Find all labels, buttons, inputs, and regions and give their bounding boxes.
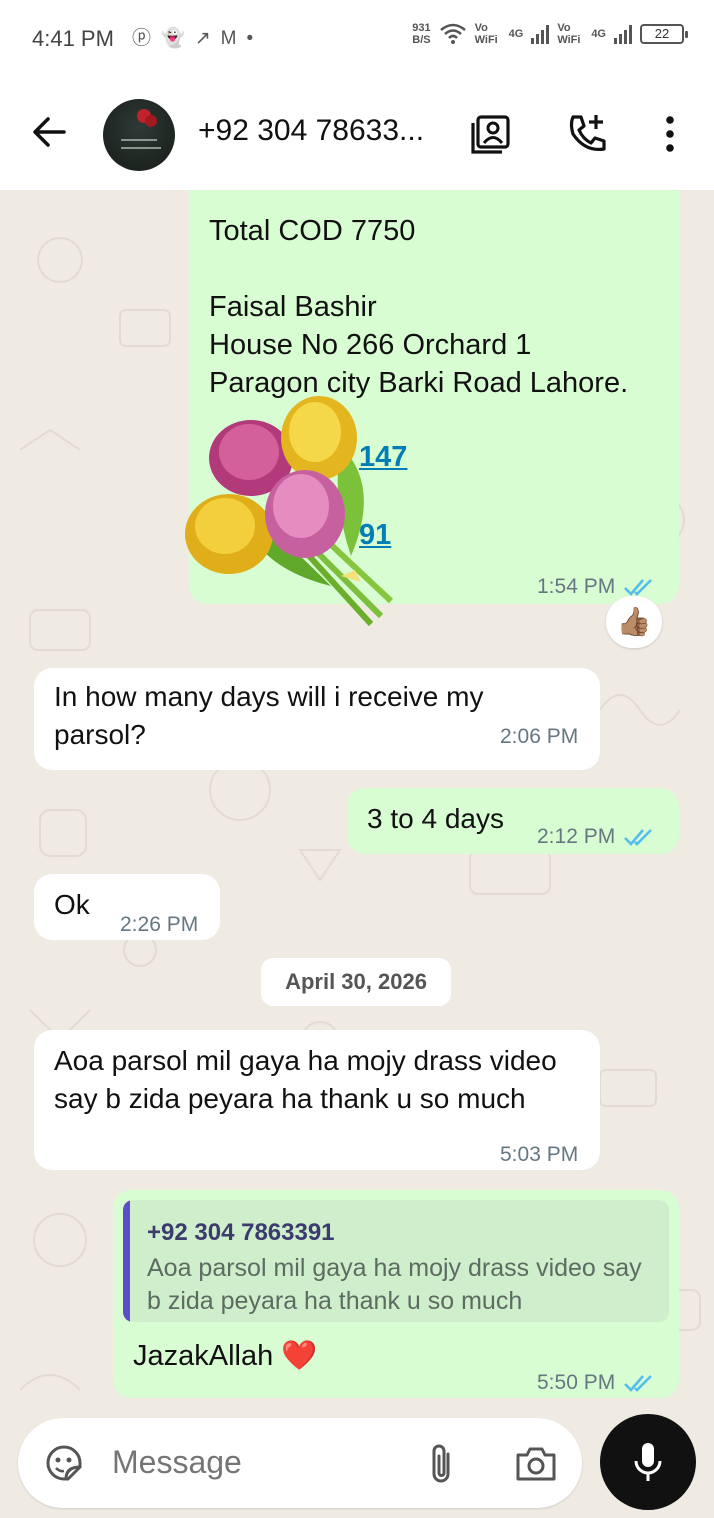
sim2-net: 4G (591, 28, 606, 40)
message-text: Ok (54, 889, 90, 920)
add-call-icon (569, 115, 606, 152)
battery-icon: 22 (640, 24, 688, 44)
more-vert-icon (666, 116, 674, 152)
message-text: Aoa parsol mil gaya ha mojy drass video … (54, 1045, 557, 1114)
sim1-volte: Vo WiFi (474, 22, 498, 46)
quote-bar (123, 1200, 130, 1322)
attach-icon[interactable] (426, 1442, 456, 1486)
sticker-icon[interactable] (42, 1441, 86, 1485)
message-line: House No 266 Orchard 1 (209, 329, 532, 361)
message-time: 1:54 PM (537, 575, 616, 598)
contact-card-button[interactable] (467, 110, 515, 158)
message-meta: 5:50 PM (537, 1364, 655, 1402)
read-ticks-icon (624, 579, 653, 596)
message-bubble-outgoing[interactable]: Total COD 7750 Faisal Bashir House No 26… (185, 190, 679, 626)
back-arrow-icon (33, 117, 66, 147)
wifi-icon (439, 23, 466, 44)
message-text: 3 to 4 days (367, 803, 504, 834)
net-speed: 931 B/S (412, 22, 431, 46)
message-bubble-outgoing[interactable]: +92 304 7863391 Aoa parsol mil gaya ha m… (113, 1190, 679, 1398)
message-text: In how many days will i receive my parso… (54, 681, 484, 750)
more-button[interactable] (646, 110, 694, 158)
signal-icon-2 (614, 24, 632, 44)
message-bubble-outgoing[interactable]: 3 to 4 days 2:12 PM (347, 788, 679, 854)
chat-header: +92 304 78633... (0, 80, 714, 190)
read-ticks-icon (624, 829, 653, 846)
camera-icon[interactable] (514, 1444, 558, 1484)
add-call-button[interactable] (563, 110, 611, 158)
gmail-icon: M (220, 28, 237, 49)
date-divider: April 30, 2026 (261, 958, 451, 1006)
snapchat-icon: 👻 (161, 28, 185, 49)
quote-author: +92 304 7863391 (147, 1219, 335, 1246)
message-composer (18, 1418, 582, 1508)
message-bubble-incoming[interactable]: In how many days will i receive my parso… (34, 668, 600, 770)
pinterest-icon: ⓟ (132, 28, 152, 49)
quoted-message[interactable]: +92 304 7863391 Aoa parsol mil gaya ha m… (123, 1200, 669, 1322)
message-time: 5:03 PM (500, 1143, 579, 1166)
message-bubble-incoming[interactable]: Aoa parsol mil gaya ha mojy drass video … (34, 1030, 600, 1170)
flower-bouquet-sticker (185, 396, 394, 626)
contact-name[interactable]: +92 304 78633... (198, 114, 424, 148)
signal-icon-1 (531, 24, 550, 44)
message-line: Total COD 7750 (209, 215, 416, 247)
dot-icon: • (246, 28, 254, 49)
message-meta: 2:12 PM (537, 818, 655, 856)
message-time: 2:26 PM (120, 913, 199, 936)
sim1-net: 4G (508, 28, 524, 40)
message-input[interactable] (112, 1444, 392, 1481)
sim2-volte: Vo WiFi (557, 22, 581, 46)
read-ticks-icon (624, 1375, 653, 1392)
message-line (209, 250, 628, 288)
message-time: 2:06 PM (500, 725, 579, 748)
message-text: JazakAllah ❤️ (133, 1340, 318, 1372)
mic-icon (634, 1443, 662, 1481)
reaction-thumbs-up[interactable]: 👍🏽 (606, 596, 662, 648)
status-time: 4:41 PM (32, 26, 114, 51)
message-bubble-incoming[interactable]: Ok 2:26 PM (34, 874, 220, 940)
avatar[interactable] (103, 99, 175, 171)
status-right: 931 B/S Vo WiFi 4G Vo WiFi 4G 22 (412, 22, 688, 46)
voice-message-button[interactable] (600, 1414, 696, 1510)
message-line: Faisal Bashir (209, 291, 377, 323)
contact-card-icon (471, 115, 510, 154)
status-bar: 4:41 PM ⓟ 👻 ↗ M • 931 B/S Vo WiFi 4G Vo … (0, 0, 714, 80)
message-time: 5:50 PM (537, 1371, 616, 1394)
chat-area[interactable]: Total COD 7750 Faisal Bashir House No 26… (0, 190, 714, 1518)
missed-call-icon: ↗ (194, 28, 211, 49)
back-button[interactable] (28, 110, 72, 154)
notification-icons: ⓟ 👻 ↗ M • (132, 27, 253, 51)
message-time: 2:12 PM (537, 825, 616, 848)
quote-text: Aoa parsol mil gaya ha mojy drass video … (147, 1254, 642, 1315)
